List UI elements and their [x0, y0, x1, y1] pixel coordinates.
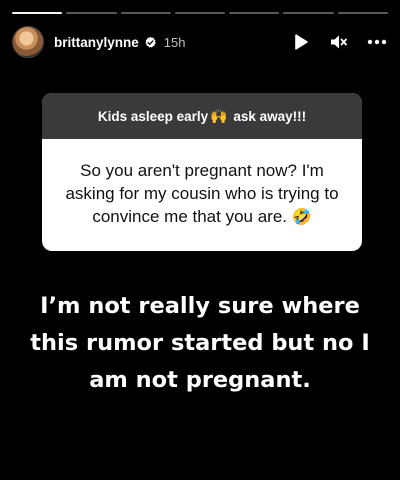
- avatar[interactable]: [12, 26, 44, 58]
- progress-segment: [337, 12, 388, 14]
- progress-segment: [66, 12, 117, 14]
- progress-segment: [120, 12, 171, 14]
- question-prompt: Kids asleep early 🙌 ask away!!!: [42, 93, 362, 139]
- mute-icon: [331, 35, 347, 49]
- more-options-button[interactable]: [366, 31, 388, 53]
- question-prompt-text: Kids asleep early: [97, 108, 209, 124]
- more-icon: [367, 39, 387, 45]
- question-sticker[interactable]: Kids asleep early 🙌 ask away!!! So you a…: [42, 93, 362, 251]
- progress-segment: [174, 12, 226, 14]
- progress-segment: [12, 12, 63, 14]
- laughing-emoji: 🤣: [291, 209, 312, 226]
- question-prompt-text-end: ask away!!!: [229, 108, 307, 124]
- raising-hands-emoji: 🙌: [210, 107, 228, 124]
- answer-text: I’m not really sure where this rumor sta…: [30, 293, 370, 393]
- story-header: brittanylynne 15h: [12, 26, 388, 58]
- question-text-container: So you aren't pregnant now? I'm asking f…: [42, 139, 362, 229]
- play-icon: [295, 34, 308, 50]
- mute-button[interactable]: [328, 31, 350, 53]
- progress-segment: [283, 12, 334, 14]
- progress-segment: [229, 12, 280, 14]
- verified-badge-icon: [145, 36, 156, 47]
- play-button[interactable]: [290, 31, 312, 53]
- story-controls: [290, 31, 388, 53]
- post-time: 15h: [163, 34, 186, 50]
- story-viewer[interactable]: brittanylynne 15h Kids asleep early 🙌 as…: [0, 0, 400, 480]
- username[interactable]: brittanylynne: [54, 35, 139, 50]
- story-progress-bar: [12, 12, 388, 14]
